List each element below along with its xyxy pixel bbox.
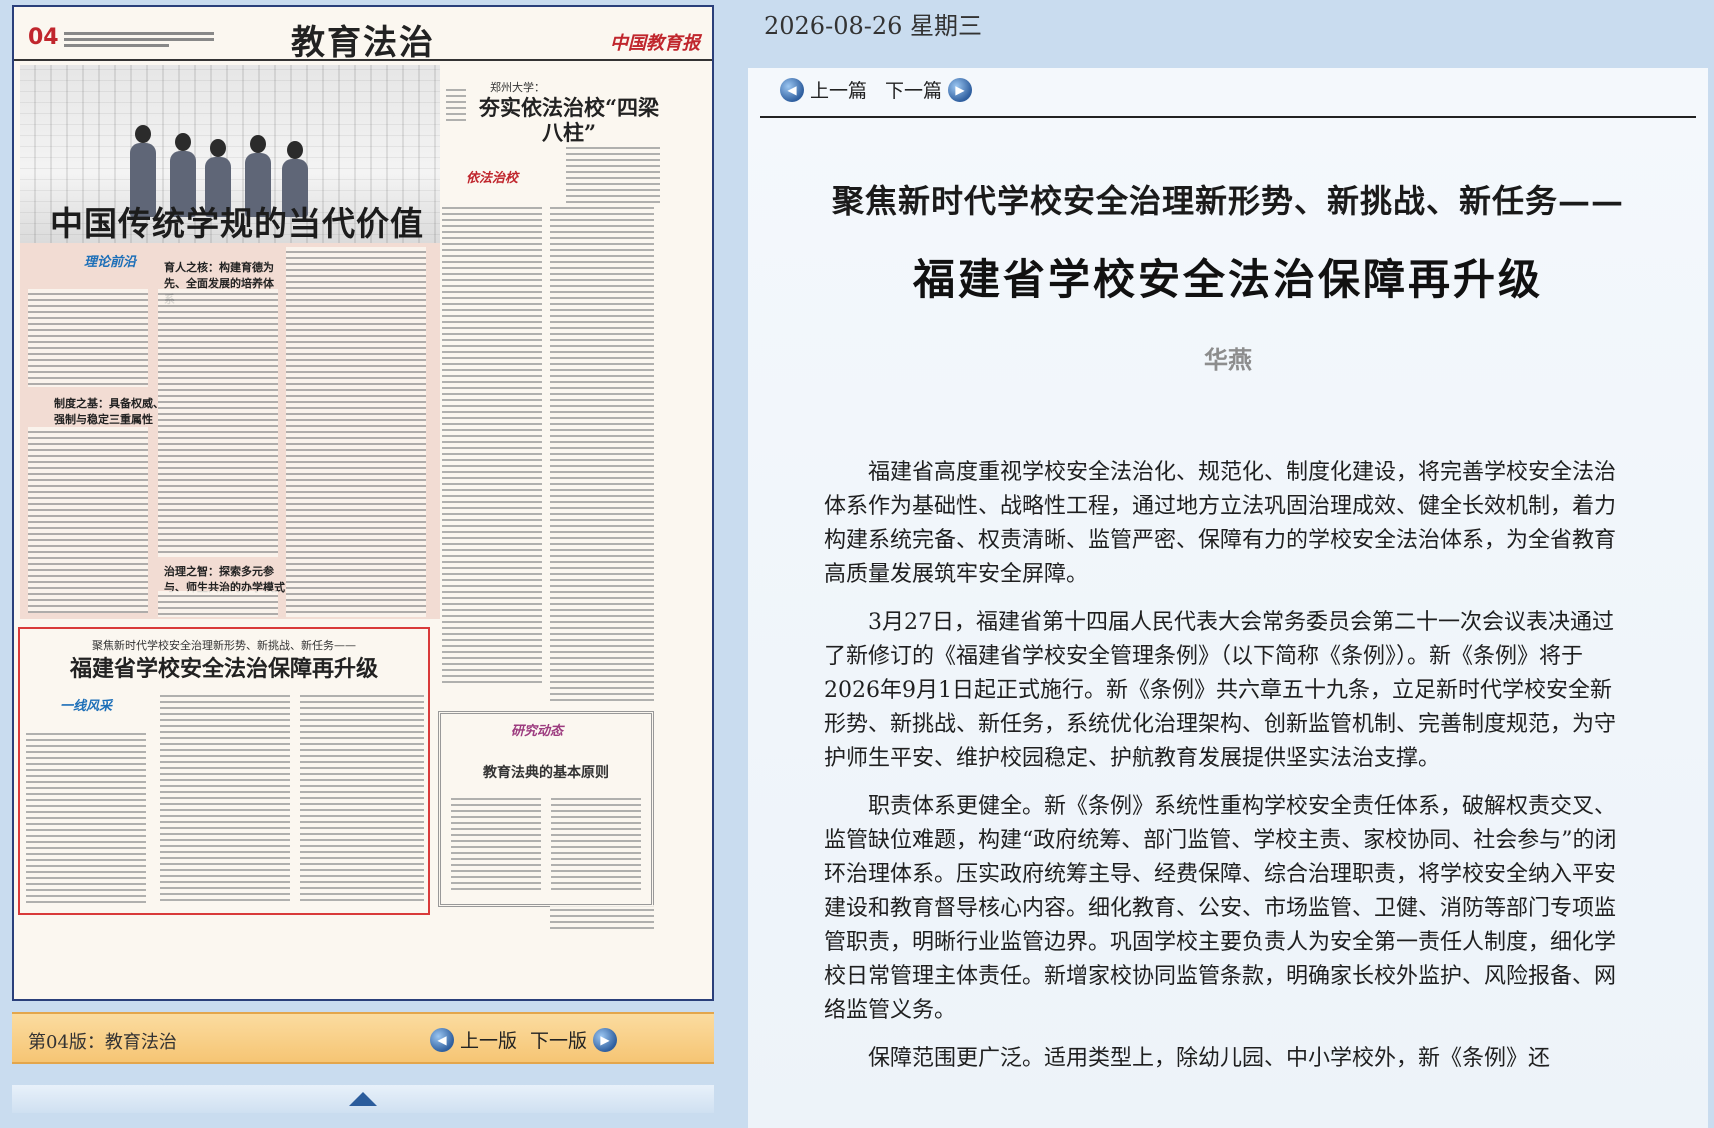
boxed-title: 福建省学校安全法治保障再升级 bbox=[69, 656, 378, 682]
article-body: 福建省高度重视学校安全法治化、规范化、制度化建设，将完善学校安全法治体系作为基础… bbox=[824, 456, 1620, 1090]
frame-logo: 研究动态 bbox=[511, 724, 564, 739]
paragraph: 保障范围更广泛。适用类型上，除幼儿园、中小学校外，新《条例》还 bbox=[868, 1046, 1551, 1071]
paragraph: 3月27日，福建省第十四届人民代表大会常务委员会第二十一次会议表决通过了新修订的… bbox=[824, 610, 1617, 771]
newspaper-page-image[interactable]: 04 教育法治 中国教育报 中国传统学规的当代价值 理论前沿 育人之核：构建育德… bbox=[12, 5, 714, 1001]
article-navigation: ◀ 上一篇 下一篇 ▶ bbox=[780, 76, 973, 103]
edition-label: 第04版：教育法治 bbox=[28, 1032, 177, 1053]
research-article-box[interactable]: 研究动态 教育法典的基本原则 bbox=[438, 711, 654, 907]
prev-edition-link[interactable]: ◀ 上一版 bbox=[430, 1026, 517, 1053]
main-headline[interactable]: 中国传统学规的当代价值 bbox=[50, 197, 424, 245]
kicker-2: 制度之基：具备权威、强制与稳定三重属性 bbox=[54, 397, 164, 426]
column-logo-theory: 理论前沿 bbox=[84, 255, 137, 270]
next-article-link[interactable]: 下一篇 ▶ bbox=[885, 76, 973, 103]
newspaper-panel: 04 教育法治 中国教育报 中国传统学规的当代价值 理论前沿 育人之核：构建育德… bbox=[0, 0, 725, 1128]
article-pretitle: 聚焦新时代学校安全治理新形势、新挑战、新任务—— bbox=[831, 182, 1624, 220]
next-edition-label: 下一版 bbox=[530, 1030, 588, 1052]
scroll-up-icon[interactable] bbox=[349, 1092, 377, 1106]
prev-article-link[interactable]: ◀ 上一篇 bbox=[780, 76, 867, 103]
arrow-left-icon: ◀ bbox=[430, 1027, 454, 1052]
paragraph: 福建省高度重视学校安全法治化、规范化、制度化建设，将完善学校安全法治体系作为基础… bbox=[824, 460, 1617, 587]
arrow-left-icon: ◀ bbox=[780, 77, 804, 102]
section-title: 教育法治 bbox=[291, 23, 435, 63]
next-edition-link[interactable]: 下一版 ▶ bbox=[530, 1026, 618, 1053]
side-article-title[interactable]: 夯实依法治校“四梁八柱” bbox=[474, 95, 664, 145]
scroll-to-top-bar[interactable] bbox=[12, 1085, 714, 1113]
article-title: 福建省学校安全法治保障再升级 bbox=[912, 255, 1543, 304]
masthead: 04 教育法治 中国教育报 bbox=[14, 7, 712, 63]
arrow-right-icon: ▶ bbox=[593, 1027, 618, 1052]
current-article-highlight[interactable]: 聚焦新时代学校安全治理新形势、新挑战、新任务—— 福建省学校安全法治保障再升级 … bbox=[18, 627, 430, 915]
page-navigation-bar: 第04版：教育法治 ◀ 上一版 下一版 ▶ bbox=[12, 1012, 714, 1064]
side-article-logo: 依法治校 bbox=[466, 171, 519, 186]
prev-edition-label: 上一版 bbox=[460, 1030, 518, 1052]
frame-title: 教育法典的基本原则 bbox=[483, 765, 609, 781]
side-article-kicker: 郑州大学： bbox=[490, 81, 545, 94]
paper-logo: 中国教育报 bbox=[610, 33, 700, 54]
arrow-right-icon: ▶ bbox=[948, 77, 973, 102]
prev-article-label: 上一篇 bbox=[810, 80, 868, 102]
paragraph: 职责体系更健全。新《条例》系统性重构学校安全责任体系，破解权责交叉、监管缺位难题… bbox=[824, 794, 1617, 1023]
article-author: 华燕 bbox=[1204, 345, 1252, 374]
next-article-label: 下一篇 bbox=[885, 80, 943, 102]
column-logo-frontline: 一线风采 bbox=[60, 699, 113, 714]
issue-date: 2026-08-26 星期三 bbox=[764, 12, 983, 40]
article-panel: ◀ 上一篇 下一篇 ▶ 聚焦新时代学校安全治理新形势、新挑战、新任务—— 福建省… bbox=[748, 68, 1708, 1128]
divider bbox=[760, 116, 1696, 118]
